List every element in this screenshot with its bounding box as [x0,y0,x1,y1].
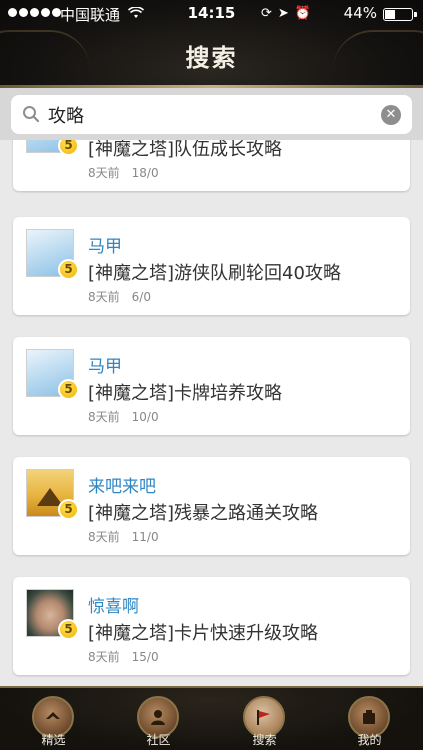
post-time: 8天前 [88,290,120,304]
location-icon: ➤ [277,6,289,21]
post-counts: 15/0 [131,650,159,664]
post-time: 8天前 [88,410,120,424]
page-title: 搜索 [185,44,238,72]
tab-search[interactable]: 搜索 [212,688,317,750]
level-badge: 5 [58,619,79,640]
post-time: 8天前 [88,166,120,180]
post-title[interactable]: [神魔之塔]卡牌培养攻略 [88,379,282,405]
top-header: 中国联通 14:15 ⟳ ➤ ⏰ 44% 搜索 [0,0,423,88]
post-title[interactable]: [神魔之塔]卡片快速升级攻略 [88,619,318,645]
post-meta: 8天前 6/0 [88,288,151,305]
username[interactable]: 马甲 [88,232,122,257]
username[interactable]: 马甲 [88,352,122,377]
level-badge: 5 [58,140,79,156]
search-icon [23,106,40,123]
post-counts: 11/0 [131,530,159,544]
list-item[interactable]: 5 马甲 [神魔之塔]游侠队刷轮回40攻略 8天前 6/0 [13,217,410,315]
level-badge: 5 [58,379,79,400]
tab-label: 社区 [146,733,171,747]
post-time: 8天前 [88,650,120,664]
post-counts: 18/0 [131,166,159,180]
results-list[interactable]: 5 [神魔之塔]队伍成长攻略 8天前 18/0 5 马甲 [神魔之塔]游侠队刷轮回… [0,140,423,686]
clear-search-icon[interactable]: ✕ [381,105,401,125]
battery-icon [383,8,417,21]
list-item[interactable]: 5 [神魔之塔]队伍成长攻略 8天前 18/0 [13,140,410,191]
post-counts: 10/0 [131,410,159,424]
tab-label: 我的 [357,733,382,747]
post-meta: 8天前 10/0 [88,408,159,425]
tab-mine[interactable]: 我的 [317,688,422,750]
level-badge: 5 [58,259,79,280]
search-bar-container: ✕ [0,88,423,140]
search-input[interactable] [48,101,378,128]
rotation-lock-icon: ⟳ [261,6,272,21]
username[interactable]: 来吧来吧 [88,472,156,497]
post-meta: 8天前 18/0 [88,164,159,181]
battery-percent: 44% [343,4,377,22]
post-counts: 6/0 [131,290,151,304]
post-meta: 8天前 11/0 [88,528,159,545]
post-meta: 8天前 15/0 [88,648,159,665]
battery-fill [385,10,396,19]
tab-label: 精选 [41,733,66,747]
list-item[interactable]: 5 惊喜啊 [神魔之塔]卡片快速升级攻略 8天前 15/0 [13,577,410,675]
search-bar: ✕ [11,95,412,134]
alarm-icon: ⏰ [294,6,311,21]
post-title[interactable]: [神魔之塔]残暴之路通关攻略 [88,499,318,525]
bottom-tab-bar: 精选 社区 搜索 我的 [0,686,423,750]
tab-label: 搜索 [252,733,277,747]
post-title[interactable]: [神魔之塔]游侠队刷轮回40攻略 [88,259,341,285]
tab-featured[interactable]: 精选 [1,688,106,750]
tab-community[interactable]: 社区 [106,688,211,750]
post-time: 8天前 [88,530,120,544]
status-bar: 中国联通 14:15 ⟳ ➤ ⏰ 44% [0,0,423,28]
level-badge: 5 [58,499,79,520]
username[interactable]: 惊喜啊 [88,592,139,617]
post-title[interactable]: [神魔之塔]队伍成长攻略 [88,140,282,161]
list-item[interactable]: 5 马甲 [神魔之塔]卡牌培养攻略 8天前 10/0 [13,337,410,435]
list-item[interactable]: 5 来吧来吧 [神魔之塔]残暴之路通关攻略 8天前 11/0 [13,457,410,555]
